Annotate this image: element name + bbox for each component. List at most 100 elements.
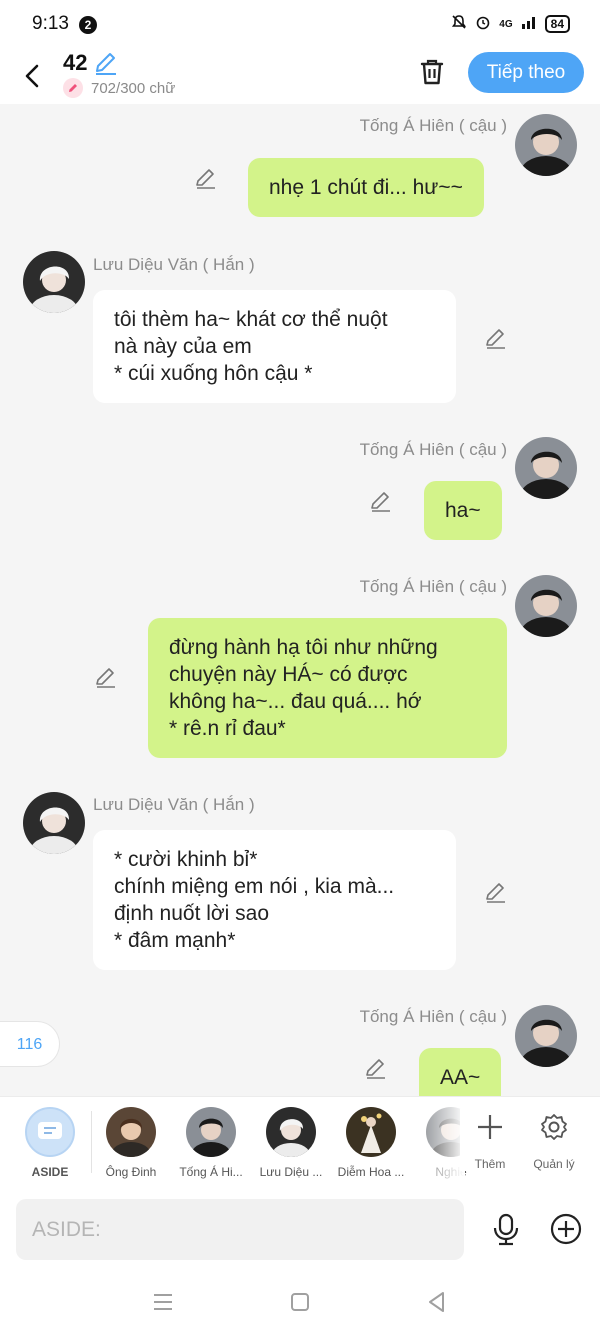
edit-message-button[interactable]: [484, 880, 508, 904]
chat-area[interactable]: Tống Á Hiên ( cậu ) nhẹ 1 chút đi... hư~…: [0, 104, 600, 1096]
back-triangle-icon: [429, 1292, 444, 1312]
character-label: Diễm Hoa ...: [337, 1165, 405, 1179]
avatar-white-hair-icon: [266, 1107, 316, 1157]
sender-name: Lưu Diệu Văn ( Hắn ): [93, 795, 255, 814]
message-bubble[interactable]: đừng hành hạ tôi như những chuyện này HÁ…: [148, 618, 507, 758]
back-button[interactable]: [18, 56, 48, 96]
avatar: [106, 1107, 156, 1157]
character-item[interactable]: Diễm Hoa ...: [333, 1107, 409, 1179]
add-label: Thêm: [474, 1157, 506, 1171]
character-item[interactable]: Tống Á Hi...: [173, 1107, 249, 1179]
avatar[interactable]: [515, 1005, 577, 1067]
edit-message-button[interactable]: [194, 166, 218, 190]
pencil-icon: [486, 883, 505, 903]
trash-icon: [420, 59, 444, 85]
back-nav-button[interactable]: [424, 1289, 450, 1315]
character-label: Ông Đinh: [105, 1165, 157, 1179]
pencil-icon: [96, 53, 116, 75]
sender-name: Tống Á Hiên ( cậu ): [359, 1007, 507, 1026]
plus-icon: [460, 1109, 520, 1145]
word-count: 702/300 chữ: [91, 79, 176, 97]
signal-icon: [521, 15, 537, 33]
recents-button[interactable]: [150, 1289, 176, 1315]
pencil-icon: [371, 492, 390, 512]
avatar: [186, 1107, 236, 1157]
message-bubble[interactable]: ha~: [424, 481, 502, 540]
avatar-dark-hair-icon: [515, 437, 577, 499]
status-time: 9:13: [32, 13, 69, 34]
divider: [91, 1111, 92, 1173]
pencil-icon: [366, 1059, 385, 1079]
avatar-dark-hair-icon: [186, 1107, 236, 1157]
word-count-row: 702/300 chữ: [63, 78, 175, 98]
chevron-left-icon: [25, 64, 39, 88]
edit-message-button[interactable]: [94, 665, 118, 689]
add-attachment-button[interactable]: [548, 1211, 584, 1247]
alarm-icon: [475, 14, 491, 34]
avatar-dark-hair-icon: [515, 1005, 577, 1067]
manage-button[interactable]: Quản lý: [524, 1109, 584, 1171]
avatar: [266, 1107, 316, 1157]
notification-badge: 2: [79, 16, 97, 34]
home-button[interactable]: [287, 1289, 313, 1315]
sender-name: Tống Á Hiên ( cậu ): [359, 440, 507, 459]
editor-header: 42 702/300 chữ Tiếp theo: [0, 48, 600, 104]
avatar[interactable]: [515, 437, 577, 499]
plus-circle-icon: [550, 1213, 582, 1245]
message-bubble[interactable]: AA~: [419, 1048, 502, 1096]
gear-icon: [524, 1109, 584, 1145]
add-character-button[interactable]: Thêm: [460, 1109, 520, 1171]
message-bubble[interactable]: tôi thèm ha~ khát cơ thể nuột nà này của…: [93, 290, 456, 403]
edit-message-button[interactable]: [484, 326, 508, 350]
edit-message-button[interactable]: [364, 1056, 388, 1080]
manage-label: Quản lý: [533, 1157, 575, 1171]
message-bubble[interactable]: nhẹ 1 chút đi... hư~~: [248, 158, 484, 217]
message-counter-badge[interactable]: 116: [0, 1021, 60, 1067]
sender-name: Lưu Diệu Văn ( Hắn ): [93, 255, 255, 274]
mute-icon: [451, 14, 467, 34]
composer: [0, 1189, 600, 1269]
character-bar: ASIDE Ông Đinh Tống Á Hi... Lưu Diệu ...…: [0, 1096, 600, 1189]
pencil-badge-icon: [63, 78, 83, 98]
next-button[interactable]: Tiếp theo: [468, 52, 584, 93]
delete-button[interactable]: [416, 56, 448, 88]
menu-icon: [154, 1294, 172, 1310]
microphone-button[interactable]: [488, 1211, 524, 1247]
edit-message-button[interactable]: [369, 489, 393, 513]
character-item[interactable]: Lưu Diệu ...: [253, 1107, 329, 1179]
episode-number: 42: [63, 50, 88, 75]
pencil-icon: [96, 668, 115, 688]
message-bubble[interactable]: * cười khinh bỉ* chính miệng em nói , ki…: [93, 830, 456, 970]
pencil-icon: [486, 329, 505, 349]
character-aside[interactable]: ASIDE: [12, 1107, 88, 1179]
network-label: 4G: [499, 18, 513, 30]
system-nav-bar: [0, 1269, 600, 1333]
avatar[interactable]: [515, 114, 577, 176]
avatar-dark-hair-icon: [515, 575, 577, 637]
character-label: ASIDE: [31, 1165, 69, 1179]
aside-icon: [25, 1107, 75, 1157]
character-item[interactable]: Ông Đinh: [93, 1107, 169, 1179]
character-label: Lưu Diệu ...: [259, 1165, 323, 1179]
home-square-icon: [291, 1293, 309, 1311]
battery-indicator: 84: [544, 15, 570, 33]
avatar[interactable]: [515, 575, 577, 637]
avatar[interactable]: [23, 792, 85, 854]
status-icons: 4G 84: [451, 14, 570, 34]
edit-title-button[interactable]: [93, 50, 119, 76]
avatar-white-hair-icon: [23, 792, 85, 854]
sender-name: Tống Á Hiên ( cậu ): [359, 116, 507, 135]
pencil-icon: [196, 169, 215, 189]
message-input[interactable]: [16, 1199, 464, 1260]
sender-name: Tống Á Hiên ( cậu ): [359, 577, 507, 596]
microphone-icon: [493, 1213, 519, 1246]
status-bar: 9:13 2 4G 84: [0, 0, 600, 48]
avatar-white-dress-icon: [346, 1107, 396, 1157]
character-label: Tống Á Hi...: [179, 1165, 243, 1179]
avatar: [346, 1107, 396, 1157]
avatar-dark-hair-icon: [515, 114, 577, 176]
avatar[interactable]: [23, 251, 85, 313]
avatar-brown-hair-icon: [106, 1107, 156, 1157]
scroll-fade: [405, 1097, 465, 1189]
avatar-white-hair-icon: [23, 251, 85, 313]
